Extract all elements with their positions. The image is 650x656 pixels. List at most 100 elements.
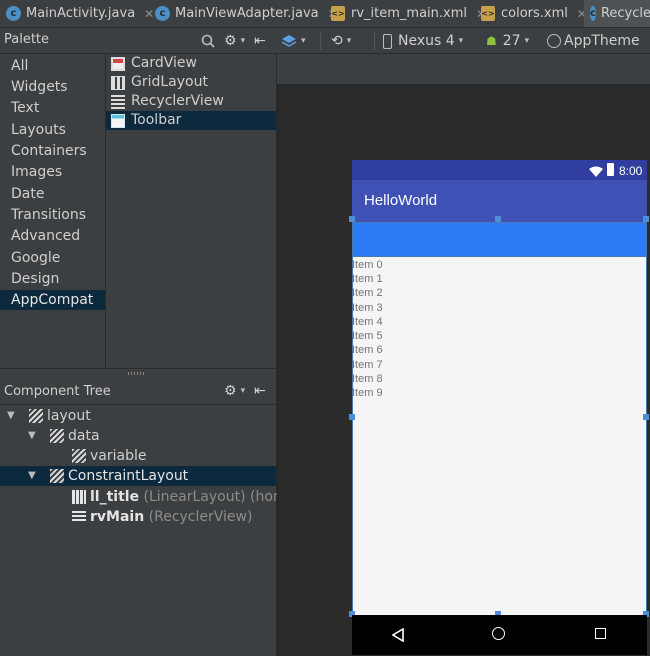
resize-handle[interactable] [643, 216, 649, 222]
cardview-icon [111, 56, 125, 71]
node-label: data [68, 428, 100, 444]
palette-widgets: CardView GridLayout RecyclerView Toolbar [106, 54, 276, 368]
data-icon [50, 429, 64, 443]
expand-arrow-icon[interactable]: ▼ [28, 466, 36, 486]
resize-handle[interactable] [349, 414, 355, 420]
tree-node-constraintlayout[interactable]: ▼ ConstraintLayout [0, 466, 276, 486]
class-icon: c [155, 6, 170, 21]
toolbar-view[interactable] [352, 222, 647, 257]
gridlayout-icon [111, 75, 125, 90]
list-item[interactable]: Item 8 [352, 373, 383, 385]
class-icon: c [6, 6, 21, 21]
design-toolbar: Palette ⚙ ▾ ⇤ ▾ ⟲ ▾ Nexus 4 ▾ ☗ 27 ▾ AppThem… [0, 28, 650, 54]
resize-handle[interactable] [349, 216, 355, 222]
palette-categories: All Widgets Text Layouts Containers Imag… [0, 54, 106, 368]
category-text[interactable]: Text [0, 98, 105, 118]
tab-label: rv_item_main.xml [351, 6, 467, 21]
list-item[interactable]: Item 2 [352, 287, 383, 299]
node-text: ll_title (LinearLayout) (horiz [90, 487, 290, 507]
tab-colors[interactable]: <> colors.xml ✕ [481, 0, 587, 27]
widget-cardview[interactable]: CardView [106, 54, 276, 73]
resize-handle[interactable] [643, 414, 649, 420]
category-appcompat[interactable]: AppCompat [0, 290, 105, 310]
expand-arrow-icon[interactable]: ▼ [7, 406, 15, 426]
list-item[interactable]: Item 0 [352, 259, 383, 271]
list-item[interactable]: Item 9 [352, 387, 383, 399]
close-icon[interactable]: ✕ [144, 7, 154, 21]
back-icon[interactable] [391, 627, 404, 646]
recyclerview-icon [72, 511, 86, 523]
widget-label: RecyclerView [131, 93, 224, 109]
collapse-icon[interactable]: ⇤ [254, 381, 266, 401]
category-advanced[interactable]: Advanced [0, 226, 105, 246]
phone-icon [383, 33, 392, 49]
widget-gridlayout[interactable]: GridLayout [106, 73, 276, 92]
widget-label: Toolbar [131, 112, 182, 128]
recents-icon[interactable] [595, 628, 606, 639]
panel-splitter[interactable] [0, 368, 276, 379]
api-label: 27 [502, 33, 521, 49]
theme-selector[interactable]: AppTheme [547, 31, 640, 51]
design-surface-header [277, 54, 650, 84]
node-label: variable [90, 448, 147, 464]
tab-label: colors.xml [501, 6, 568, 21]
tab-rv-item-main[interactable]: <> rv_item_main.xml ✕ [331, 0, 486, 27]
tree-node-rvmain[interactable]: rvMain (RecyclerView) [0, 507, 276, 527]
toolbar-icon [111, 113, 125, 128]
theme-icon [547, 34, 561, 48]
list-item[interactable]: Item 3 [352, 302, 383, 314]
list-item[interactable]: Item 6 [352, 344, 383, 356]
variable-icon [72, 449, 86, 463]
category-date[interactable]: Date [0, 184, 105, 204]
recyclerview-icon [111, 94, 125, 109]
android-icon: ☗ [486, 34, 497, 48]
gear-icon[interactable]: ⚙ ▾ [224, 381, 245, 401]
collapse-icon[interactable]: ⇤ [254, 31, 266, 51]
tab-main-activity[interactable]: c MainActivity.java ✕ [6, 0, 154, 27]
widget-toolbar[interactable]: Toolbar [106, 111, 276, 130]
class-icon: c [590, 6, 596, 21]
category-design[interactable]: Design [0, 269, 105, 289]
widget-recyclerview[interactable]: RecyclerView [106, 92, 276, 111]
list-item[interactable]: Item 7 [352, 359, 383, 371]
category-transitions[interactable]: Transitions [0, 205, 105, 225]
category-google[interactable]: Google [0, 248, 105, 268]
gear-icon[interactable]: ⚙ ▾ [224, 31, 245, 51]
tab-recycler[interactable]: c Recycle [584, 0, 650, 27]
tree-node-ll-title[interactable]: ll_title (LinearLayout) (horiz [0, 487, 290, 507]
node-type: (LinearLayout) (horiz [143, 489, 290, 505]
category-images[interactable]: Images [0, 162, 105, 182]
category-layouts[interactable]: Layouts [0, 120, 105, 140]
tab-label: Recycle [600, 6, 650, 21]
category-all[interactable]: All [0, 56, 105, 76]
tab-main-view-adapter[interactable]: c MainViewAdapter.java ✕ [155, 0, 338, 27]
device-label: Nexus 4 [398, 33, 455, 49]
list-item[interactable]: Item 4 [352, 316, 383, 328]
app-title: HelloWorld [364, 192, 438, 209]
category-widgets[interactable]: Widgets [0, 77, 105, 97]
xml-file-icon: <> [331, 6, 345, 21]
status-time: 8:00 [619, 164, 643, 178]
list-item[interactable]: Item 5 [352, 330, 383, 342]
widget-label: CardView [131, 55, 197, 71]
api-level-selector[interactable]: ☗ 27 ▾ [486, 31, 529, 51]
widget-label: GridLayout [131, 74, 208, 90]
tree-node-layout[interactable]: ▼ layout [0, 406, 276, 426]
orientation-icon[interactable]: ⟲ ▾ [331, 31, 351, 51]
node-label: rvMain [90, 509, 145, 525]
status-bar: 8:00 [352, 160, 647, 180]
home-icon[interactable] [492, 627, 505, 640]
device-selector[interactable]: Nexus 4 ▾ [383, 31, 463, 51]
tree-node-variable[interactable]: variable [0, 446, 276, 466]
tree-node-data[interactable]: ▼ data [0, 426, 276, 446]
node-label: layout [47, 408, 91, 424]
expand-arrow-icon[interactable]: ▼ [28, 426, 36, 446]
component-tree-header: Component Tree ⚙ ▾ ⇤ [0, 379, 276, 405]
battery-icon [607, 163, 614, 176]
resize-handle[interactable] [495, 216, 501, 222]
category-containers[interactable]: Containers [0, 141, 105, 161]
node-label: ll_title [90, 489, 140, 505]
list-item[interactable]: Item 1 [352, 273, 383, 285]
search-icon[interactable] [201, 31, 215, 51]
layers-icon[interactable]: ▾ [281, 31, 306, 51]
